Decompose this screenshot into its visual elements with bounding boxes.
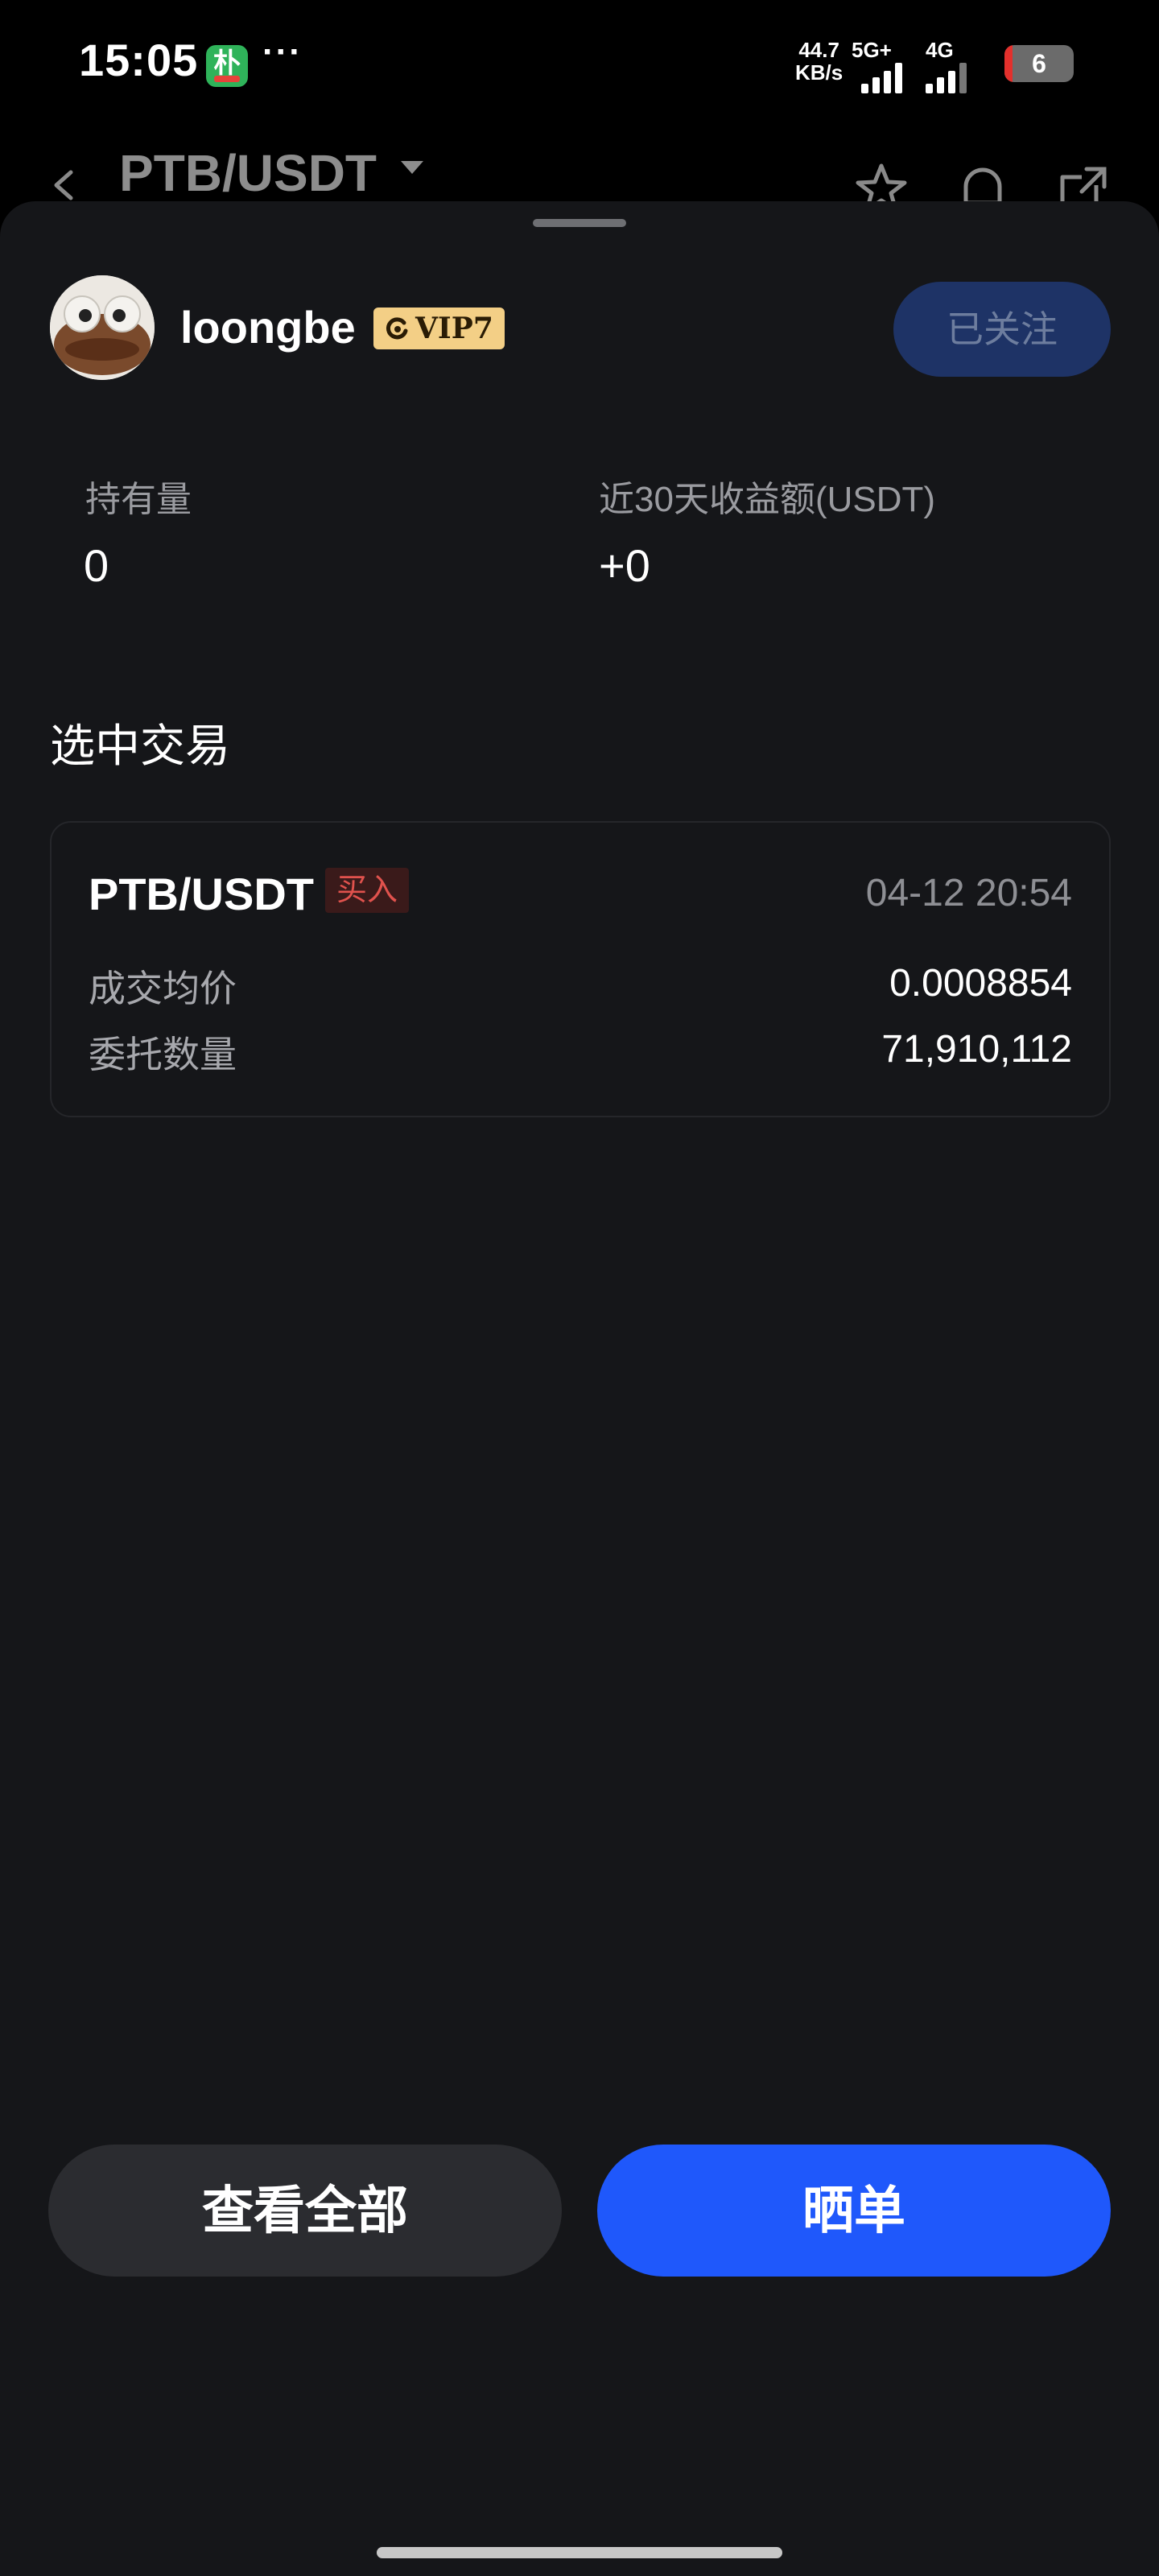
back-icon[interactable] (48, 169, 80, 201)
profit-value: +0 (599, 540, 650, 591)
signal-5g-icon: 5G+ (852, 39, 902, 93)
vip-badge: VIP7 (373, 308, 505, 349)
order-qty-value: 71,910,112 (881, 1028, 1072, 1071)
order-qty-label: 委托数量 (89, 1034, 237, 1075)
network-speed: 44.7 KB/s (795, 39, 843, 84)
view-all-button[interactable]: 查看全部 (48, 2145, 562, 2277)
vip-icon (386, 317, 408, 340)
avg-price-value: 0.0008854 (889, 962, 1072, 1005)
more-notifications-icon: ··· (262, 32, 303, 72)
background-header: PTB/USDT (0, 137, 1159, 213)
share-order-button[interactable]: 晒单 (597, 2145, 1111, 2277)
holding-label: 持有量 (85, 480, 192, 519)
trade-detail-sheet: loongbe VIP7 已关注 持有量 0 近30天收益额(USDT) +0 … (0, 201, 1159, 2576)
follow-button[interactable]: 已关注 (893, 282, 1111, 377)
pair-dropdown-icon[interactable] (401, 161, 423, 174)
signal-4g-icon: 4G (926, 39, 967, 93)
profit-label: 近30天收益额(USDT) (599, 480, 936, 519)
home-indicator[interactable] (377, 2547, 782, 2558)
signal-4g-label: 4G (926, 38, 954, 62)
avg-price-label: 成交均价 (89, 968, 237, 1009)
section-title: 选中交易 (50, 720, 230, 771)
network-speed-value: 44.7 (798, 38, 839, 62)
trade-time: 04-12 20:54 (865, 872, 1072, 914)
status-time: 15:05 (79, 35, 199, 85)
avatar[interactable] (50, 275, 155, 380)
username[interactable]: loongbe (180, 301, 356, 353)
sheet-drag-handle[interactable] (533, 219, 626, 227)
status-bar: 15:05 朴 ··· 44.7 KB/s 5G+ 4G 6 (0, 0, 1159, 129)
header-pair-title[interactable]: PTB/USDT (119, 143, 377, 203)
signal-5g-label: 5G+ (852, 38, 892, 62)
trade-side-badge: 买入 (325, 868, 410, 913)
network-speed-unit: KB/s (795, 60, 843, 85)
trade-pair: PTB/USDT (89, 869, 314, 919)
app-notification-icon: 朴 (206, 45, 248, 87)
vip-label: VIP7 (415, 312, 493, 345)
trade-card[interactable]: PTB/USDT 买入 04-12 20:54 成交均价 0.0008854 委… (50, 821, 1111, 1117)
avatar-image (50, 275, 155, 380)
holding-value: 0 (84, 540, 109, 591)
battery-icon: 6 (1004, 45, 1074, 82)
